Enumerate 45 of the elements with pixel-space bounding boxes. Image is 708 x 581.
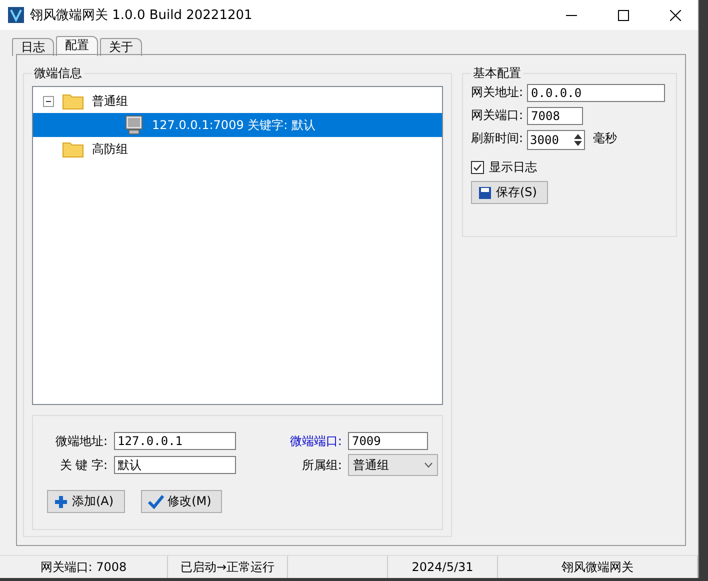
status-text: 2024/5/31 bbox=[388, 556, 498, 578]
group-title: 基本配置 bbox=[472, 65, 522, 82]
input-field[interactable]: 0.0.0.0 bbox=[527, 84, 666, 102]
collapse-icon[interactable] bbox=[43, 96, 54, 106]
input-field[interactable]: 默认 bbox=[114, 456, 236, 474]
group-dropdown[interactable]: 普通组 bbox=[348, 454, 438, 476]
field-label: 关 键 字: bbox=[60, 456, 108, 474]
maximize-icon[interactable] bbox=[618, 10, 628, 20]
tab[interactable]: 关于 bbox=[100, 38, 142, 56]
checkbox-label: 显示日志 bbox=[488, 159, 537, 176]
field-label: 网关端口: bbox=[470, 107, 524, 124]
field-label: 刷新时间: bbox=[470, 130, 524, 147]
status-text: 已启动→正常运行 bbox=[168, 556, 288, 578]
tree-item[interactable]: 127.0.0.1:7009 关键字: 默认 bbox=[33, 113, 442, 137]
tree-item[interactable]: 普通组 bbox=[33, 89, 442, 113]
folder-icon bbox=[62, 140, 84, 158]
save-button[interactable]: 保存(S) bbox=[470, 181, 548, 204]
computer-icon bbox=[124, 115, 144, 135]
input-field[interactable]: 7008 bbox=[527, 107, 584, 125]
tab[interactable]: 日志 bbox=[12, 38, 54, 56]
tab[interactable]: 配置 bbox=[56, 36, 98, 56]
unit-label: 毫秒 bbox=[593, 130, 618, 147]
status-text: 翎风微端网关 bbox=[498, 556, 698, 578]
spinner-arrows-icon bbox=[572, 132, 584, 148]
action-button[interactable]: 添加(A) bbox=[47, 490, 125, 513]
status-text: 网关端口: 7008 bbox=[0, 556, 168, 578]
group-title: 微端信息 bbox=[33, 65, 83, 82]
input-field[interactable]: 7009 bbox=[348, 432, 428, 450]
folder-icon bbox=[62, 92, 84, 110]
checkmark-icon bbox=[148, 494, 164, 508]
action-button[interactable]: 修改(M) bbox=[140, 490, 222, 513]
field-label: 微端端口: bbox=[290, 432, 342, 450]
field-label: 微端地址: bbox=[55, 432, 108, 450]
tree-item[interactable]: 高防组 bbox=[33, 137, 442, 161]
field-label: 网关地址: bbox=[470, 84, 524, 101]
chevron-down-icon bbox=[424, 462, 433, 468]
close-icon[interactable] bbox=[670, 10, 680, 20]
input-field[interactable]: 127.0.0.1 bbox=[114, 432, 236, 450]
plus-icon bbox=[54, 494, 68, 508]
app-logo-icon bbox=[8, 7, 24, 23]
window-title: 翎风微端网关 1.0.0 Build 20221201 bbox=[30, 7, 254, 24]
checkbox[interactable] bbox=[470, 161, 484, 174]
field-label: 所属组: bbox=[302, 456, 342, 474]
minimize-icon[interactable] bbox=[566, 14, 576, 16]
spin-field[interactable]: 3000 bbox=[527, 130, 586, 150]
